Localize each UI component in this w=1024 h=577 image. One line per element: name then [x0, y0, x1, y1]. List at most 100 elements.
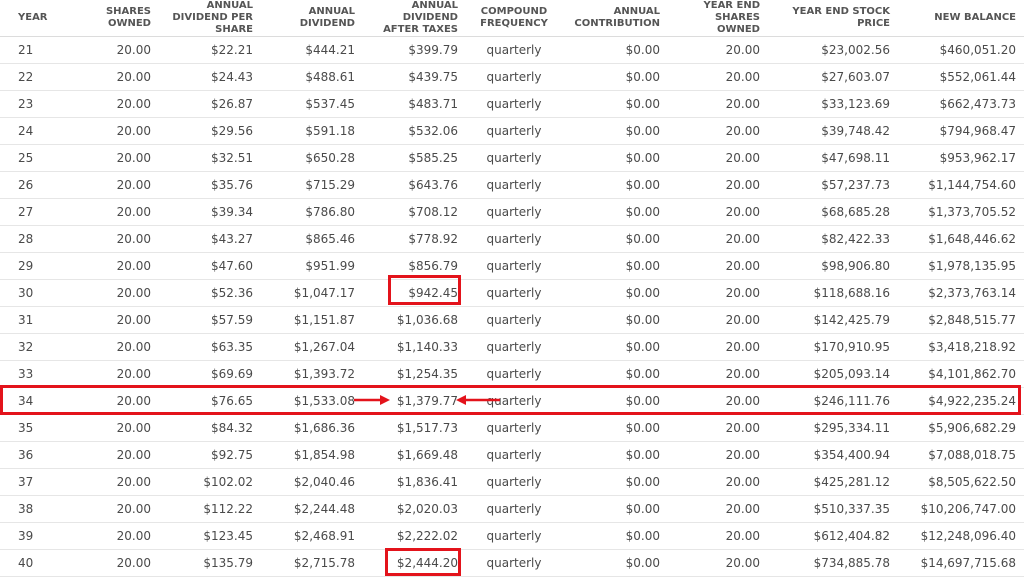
cell-dividend-after-taxes: $708.12 [360, 198, 463, 226]
dividend-table: YEAR SHARES OWNED ANNUAL DIVIDEND PER SH… [0, 0, 1024, 577]
cell-year: 29 [0, 252, 58, 280]
table-row: 28 20.00 $43.27 $865.46 $778.92 quarterly $0.0… [0, 225, 1024, 253]
cell-new-balance: $2,848,515.77 [895, 306, 1024, 334]
cell-compound-frequency: quarterly [463, 549, 565, 577]
cell-year-end-stock-price: $33,123.69 [765, 90, 895, 118]
col-header-annual-contribution: ANNUAL CONTRIBUTION [565, 0, 665, 37]
cell-year-end-stock-price: $57,237.73 [765, 171, 895, 199]
cell-year-end-shares: 20.00 [665, 549, 765, 577]
cell-new-balance: $4,101,862.70 [895, 360, 1024, 388]
cell-dividend-after-taxes: $1,669.48 [360, 441, 463, 469]
cell-year-end-stock-price: $510,337.35 [765, 495, 895, 523]
cell-year-end-shares: 20.00 [665, 90, 765, 118]
cell-new-balance: $953,962.17 [895, 144, 1024, 172]
cell-annual-dividend: $1,267.04 [258, 333, 360, 361]
cell-annual-dividend: $2,715.78 [258, 549, 360, 577]
cell-year: 33 [0, 360, 58, 388]
cell-annual-dividend: $488.61 [258, 63, 360, 91]
cell-shares-owned: 20.00 [58, 90, 156, 118]
cell-new-balance: $14,697,715.68 [895, 549, 1024, 577]
table-row: 31 20.00 $57.59 $1,151.87 $1,036.68 quarterly… [0, 306, 1024, 334]
cell-dividend-per-share: $69.69 [156, 360, 258, 388]
cell-annual-contribution: $0.00 [565, 117, 665, 145]
cell-annual-contribution: $0.00 [565, 333, 665, 361]
cell-new-balance: $5,906,682.29 [895, 414, 1024, 442]
cell-annual-dividend: $444.21 [258, 36, 360, 64]
cell-year-end-stock-price: $612,404.82 [765, 522, 895, 550]
cell-annual-contribution: $0.00 [565, 495, 665, 523]
cell-annual-contribution: $0.00 [565, 252, 665, 280]
cell-year: 37 [0, 468, 58, 496]
cell-dividend-per-share: $24.43 [156, 63, 258, 91]
cell-dividend-per-share: $39.34 [156, 198, 258, 226]
cell-year-end-shares: 20.00 [665, 171, 765, 199]
table-row: 24 20.00 $29.56 $591.18 $532.06 quarterly $0.0… [0, 117, 1024, 145]
cell-shares-owned: 20.00 [58, 306, 156, 334]
cell-new-balance: $1,373,705.52 [895, 198, 1024, 226]
cell-year-end-stock-price: $142,425.79 [765, 306, 895, 334]
cell-year-end-shares: 20.00 [665, 414, 765, 442]
cell-annual-contribution: $0.00 [565, 306, 665, 334]
table-row: 37 20.00 $102.02 $2,040.46 $1,836.41 quarterl… [0, 468, 1024, 496]
cell-compound-frequency: quarterly [463, 306, 565, 334]
cell-new-balance: $794,968.47 [895, 117, 1024, 145]
cell-dividend-per-share: $52.36 [156, 279, 258, 307]
cell-annual-contribution: $0.00 [565, 171, 665, 199]
cell-dividend-after-taxes: $1,140.33 [360, 333, 463, 361]
cell-annual-contribution: $0.00 [565, 225, 665, 253]
cell-dividend-per-share: $43.27 [156, 225, 258, 253]
cell-dividend-per-share: $35.76 [156, 171, 258, 199]
cell-year-end-shares: 20.00 [665, 225, 765, 253]
cell-new-balance: $1,648,446.62 [895, 225, 1024, 253]
cell-compound-frequency: quarterly [463, 90, 565, 118]
cell-dividend-per-share: $32.51 [156, 144, 258, 172]
cell-dividend-after-taxes: $585.25 [360, 144, 463, 172]
table-row: 38 20.00 $112.22 $2,244.48 $2,020.03 quarterl… [0, 495, 1024, 523]
cell-shares-owned: 20.00 [58, 171, 156, 199]
table-row: 35 20.00 $84.32 $1,686.36 $1,517.73 quarterly… [0, 414, 1024, 442]
cell-dividend-after-taxes: $439.75 [360, 63, 463, 91]
cell-year: 30 [0, 279, 58, 307]
table-row: 21 20.00 $22.21 $444.21 $399.79 quarterly $0.0… [0, 36, 1024, 64]
col-header-compound-frequency: COMPOUND FREQUENCY [463, 0, 565, 37]
table-body: 21 20.00 $22.21 $444.21 $399.79 quarterly $0.0… [0, 36, 1024, 577]
cell-compound-frequency: quarterly [463, 117, 565, 145]
col-header-shares-owned: SHARES OWNED [58, 0, 156, 37]
cell-annual-contribution: $0.00 [565, 414, 665, 442]
cell-year: 38 [0, 495, 58, 523]
cell-new-balance: $2,373,763.14 [895, 279, 1024, 307]
cell-shares-owned: 20.00 [58, 279, 156, 307]
cell-annual-contribution: $0.00 [565, 549, 665, 577]
header-row: YEAR SHARES OWNED ANNUAL DIVIDEND PER SH… [0, 0, 1024, 37]
cell-compound-frequency: quarterly [463, 441, 565, 469]
cell-annual-dividend: $1,686.36 [258, 414, 360, 442]
cell-year-end-stock-price: $170,910.95 [765, 333, 895, 361]
cell-annual-dividend: $2,040.46 [258, 468, 360, 496]
col-header-dividend-after-taxes: ANNUAL DIVIDEND AFTER TAXES [360, 0, 463, 37]
cell-dividend-after-taxes: $778.92 [360, 225, 463, 253]
cell-year: 34 [0, 387, 58, 415]
cell-annual-dividend: $786.80 [258, 198, 360, 226]
cell-shares-owned: 20.00 [58, 117, 156, 145]
cell-annual-dividend: $2,468.91 [258, 522, 360, 550]
cell-dividend-after-taxes: $2,222.02 [360, 522, 463, 550]
cell-new-balance: $460,051.20 [895, 36, 1024, 64]
cell-compound-frequency: quarterly [463, 360, 565, 388]
cell-dividend-per-share: $92.75 [156, 441, 258, 469]
cell-year-end-shares: 20.00 [665, 144, 765, 172]
cell-compound-frequency: quarterly [463, 495, 565, 523]
cell-year-end-stock-price: $354,400.94 [765, 441, 895, 469]
col-header-annual-dividend: ANNUAL DIVIDEND [258, 0, 360, 37]
cell-dividend-per-share: $47.60 [156, 252, 258, 280]
table-row: 39 20.00 $123.45 $2,468.91 $2,222.02 quarterl… [0, 522, 1024, 550]
table-row: 33 20.00 $69.69 $1,393.72 $1,254.35 quarterly… [0, 360, 1024, 388]
cell-annual-dividend: $715.29 [258, 171, 360, 199]
cell-year-end-shares: 20.00 [665, 495, 765, 523]
cell-dividend-after-taxes: $399.79 [360, 36, 463, 64]
col-header-year: YEAR [0, 0, 58, 37]
cell-annual-contribution: $0.00 [565, 468, 665, 496]
cell-annual-contribution: $0.00 [565, 522, 665, 550]
cell-shares-owned: 20.00 [58, 495, 156, 523]
cell-dividend-after-taxes: $2,020.03 [360, 495, 463, 523]
cell-dividend-per-share: $57.59 [156, 306, 258, 334]
